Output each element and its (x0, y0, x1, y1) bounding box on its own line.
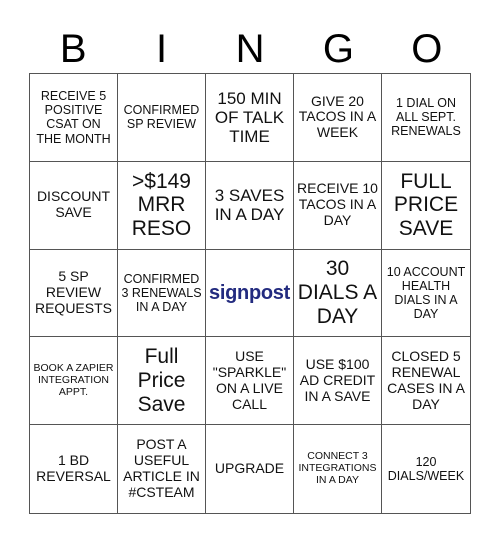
bingo-cell-g2[interactable]: RECEIVE 10 TACOS IN A DAY (294, 161, 382, 250)
bingo-cell-text: 5 SP REVIEW REQUESTS (34, 268, 112, 316)
bingo-cell-text: 10 ACCOUNT HEALTH DIALS IN A DAY (386, 264, 466, 322)
bingo-cell-text: BOOK A ZAPIER INTEGRATION APPT. (33, 362, 114, 398)
bingo-cell-text: CLOSED 5 RENEWAL CASES IN A DAY (387, 348, 465, 412)
bingo-cell-o5[interactable]: 120 DIALS/WEEK (382, 425, 470, 513)
bingo-cell-g1[interactable]: GIVE 20 TACOS IN A WEEK (294, 74, 382, 162)
bingo-cell-b5[interactable]: 1 BD REVERSAL (30, 425, 118, 513)
bingo-cell-text: USE $100 AD CREDIT IN A SAVE (299, 356, 376, 404)
bingo-cell-text: USE "SPARKLE" ON A LIVE CALL (212, 348, 287, 412)
bingo-card-grid: RECEIVE 5 POSITIVE CSAT ON THE MONTH CONF… (29, 73, 471, 514)
bingo-cell-i2[interactable]: >$149 MRR RESO (118, 161, 206, 250)
bingo-cell-g3[interactable]: 30 DIALS A DAY (294, 249, 382, 338)
bingo-cell-g4[interactable]: USE $100 AD CREDIT IN A SAVE (294, 337, 382, 426)
bingo-cell-n1[interactable]: 150 MIN OF TALK TIME (206, 74, 294, 162)
bingo-cell-text: UPGRADE (214, 460, 285, 477)
bingo-cell-text: >$149 MRR RESO (131, 169, 192, 241)
bingo-cell-o2[interactable]: FULL PRICE SAVE (382, 162, 470, 250)
bingo-cell-o4[interactable]: CLOSED 5 RENEWAL CASES IN A DAY (382, 337, 470, 426)
bingo-header: B I N G O (29, 26, 471, 72)
bingo-cell-b2[interactable]: DISCOUNT SAVE (30, 161, 118, 250)
bingo-cell-text: FULL PRICE SAVE (393, 169, 459, 241)
bingo-cell-b4[interactable]: BOOK A ZAPIER INTEGRATION APPT. (30, 337, 118, 426)
bingo-cell-text: 120 DIALS/WEEK (387, 454, 465, 484)
bingo-cell-i1[interactable]: CONFIRMED SP REVIEW (118, 74, 206, 162)
bingo-cell-text: RECEIVE 5 POSITIVE CSAT ON THE MONTH (36, 89, 111, 146)
bingo-cell-text: 150 MIN OF TALK TIME (214, 88, 285, 146)
bingo-cell-text: 30 DIALS A DAY (297, 257, 378, 328)
bingo-cell-text: 1 DIAL ON ALL SEPT. RENEWALS (391, 96, 461, 139)
bingo-cell-b1[interactable]: RECEIVE 5 POSITIVE CSAT ON THE MONTH (30, 74, 118, 162)
header-letter-n: N (235, 27, 265, 71)
header-letter-g: G (322, 27, 354, 71)
header-letter-b: B (59, 27, 87, 71)
bingo-cell-i5[interactable]: POST A USEFUL ARTICLE IN #CSTEAM (118, 425, 206, 513)
bingo-cell-b3[interactable]: 5 SP REVIEW REQUESTS (30, 249, 118, 338)
bingo-cell-i3[interactable]: CONFIRMED 3 RENEWALS IN A DAY (118, 249, 206, 338)
bingo-cell-text: CONNECT 3 INTEGRATIONS IN A DAY (298, 450, 377, 487)
signpost-logo-text: signpost (209, 281, 290, 304)
bingo-cell-n5[interactable]: UPGRADE (206, 425, 294, 513)
bingo-cell-text: 3 SAVES IN A DAY (214, 185, 285, 225)
bingo-cell-o1[interactable]: 1 DIAL ON ALL SEPT. RENEWALS (382, 74, 470, 162)
bingo-cell-o3[interactable]: 10 ACCOUNT HEALTH DIALS IN A DAY (382, 250, 470, 338)
bingo-cell-text: GIVE 20 TACOS IN A WEEK (298, 92, 377, 141)
bingo-cell-n2[interactable]: 3 SAVES IN A DAY (206, 161, 294, 250)
bingo-cell-text: POST A USEFUL ARTICLE IN #CSTEAM (123, 436, 200, 500)
bingo-cell-i4[interactable]: Full Price Save (118, 337, 206, 426)
bingo-cell-g5[interactable]: CONNECT 3 INTEGRATIONS IN A DAY (294, 425, 382, 513)
bingo-cell-text: CONFIRMED 3 RENEWALS IN A DAY (121, 271, 202, 315)
free-space-signpost-logo[interactable]: signpost (206, 249, 294, 338)
header-letter-o: O (411, 27, 443, 71)
bingo-cell-text: Full Price Save (137, 345, 186, 416)
bingo-cell-text: DISCOUNT SAVE (36, 188, 111, 221)
bingo-cell-text: RECEIVE 10 TACOS IN A DAY (297, 180, 378, 229)
bingo-cell-n4[interactable]: USE "SPARKLE" ON A LIVE CALL (206, 337, 294, 426)
header-letter-i: I (156, 27, 168, 71)
bingo-cell-text: CONFIRMED SP REVIEW (123, 103, 200, 132)
bingo-cell-text: 1 BD REVERSAL (36, 452, 111, 485)
